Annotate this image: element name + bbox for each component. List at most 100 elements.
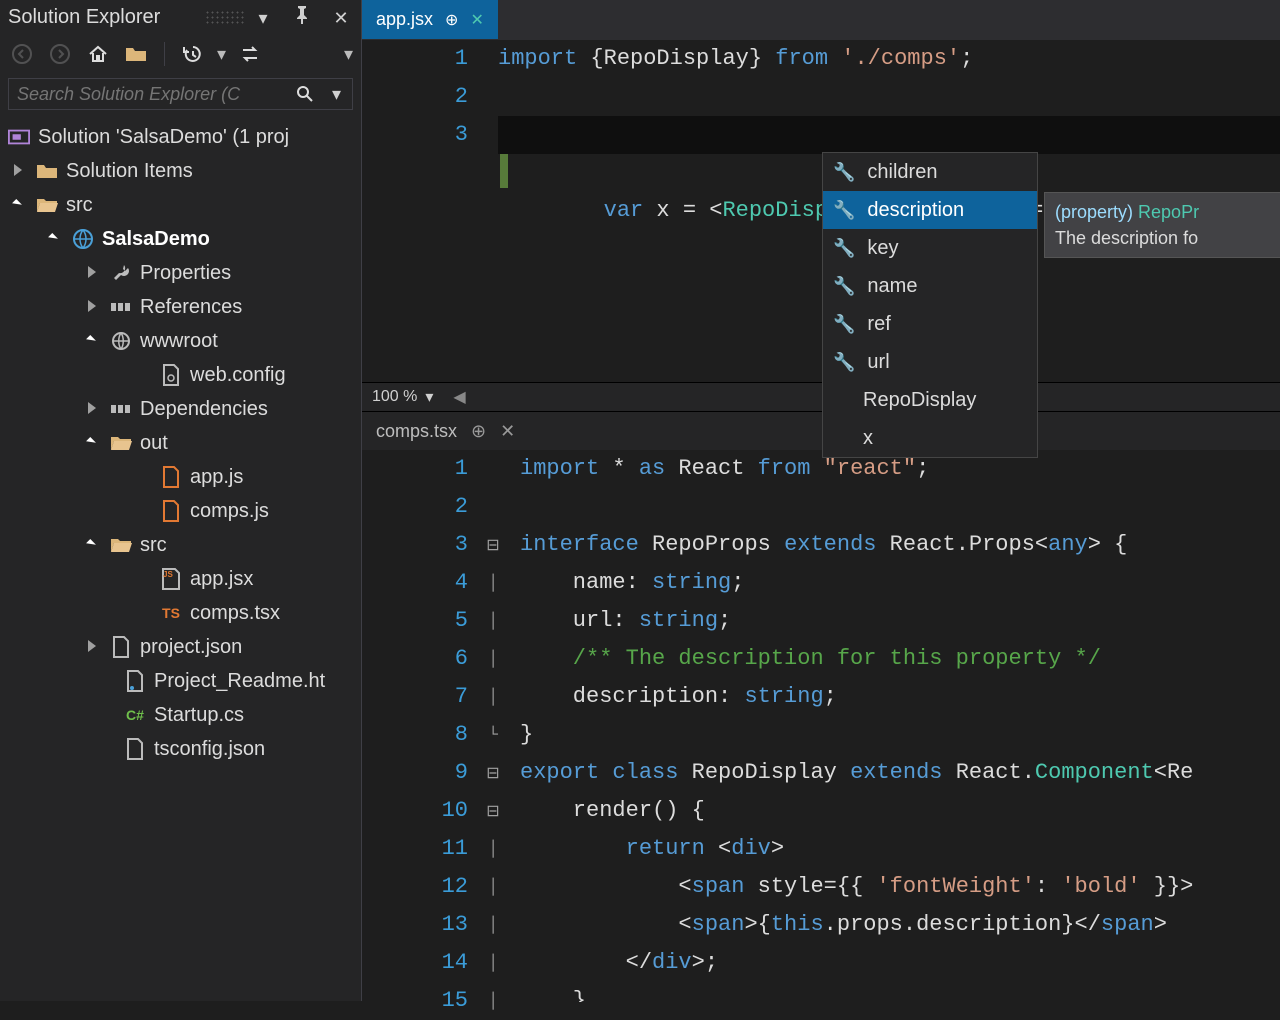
tree-item-salsademo[interactable]: SalsaDemo: [0, 222, 361, 256]
folder-icon: [36, 160, 58, 182]
close-icon[interactable]: ✕: [470, 10, 483, 30]
jsx-file-icon: JS: [160, 568, 182, 590]
tree-item-webconfig[interactable]: web.config: [0, 358, 361, 392]
overflow-menu-icon[interactable]: ▾: [344, 44, 353, 65]
history-icon[interactable]: [179, 40, 207, 68]
web-project-icon: [72, 228, 94, 250]
tree-item-startupcs[interactable]: C# Startup.cs: [0, 698, 361, 732]
close-icon[interactable]: ✕: [500, 421, 515, 442]
intellisense-item-name[interactable]: 🔧 name: [823, 267, 1037, 305]
intellisense-popup[interactable]: 🔧 children 🔧 description 🔧 key 🔧 name 🔧 …: [822, 152, 1038, 458]
wrench-icon: 🔧: [833, 352, 855, 373]
editor-area: app.jsx ⊕ ✕ 1 2 3 import {RepoDisplay} f…: [362, 0, 1280, 1001]
html-file-icon: [124, 670, 146, 692]
forward-icon[interactable]: [46, 40, 74, 68]
csharp-file-icon: C#: [124, 704, 146, 726]
tab-app-jsx[interactable]: app.jsx ⊕ ✕: [362, 0, 498, 39]
solution-icon: [8, 126, 30, 148]
fold-gutter[interactable]: ⊟││││└ ⊟⊟│││││: [482, 450, 504, 1002]
dependencies-icon: [110, 398, 132, 420]
expand-icon[interactable]: [88, 300, 102, 314]
solution-explorer-titlebar: Solution Explorer ▾ ✕: [0, 0, 361, 34]
line-number-gutter: 1 2 3: [362, 40, 482, 382]
references-icon: [110, 296, 132, 318]
panel-title: Solution Explorer: [8, 6, 205, 29]
tree-item-out[interactable]: out: [0, 426, 361, 460]
tree-item-appjsx[interactable]: JS app.jsx: [0, 562, 361, 596]
collapse-icon[interactable]: [88, 538, 102, 552]
wrench-icon: 🔧: [833, 238, 855, 259]
back-icon[interactable]: [8, 40, 36, 68]
tree-item-references[interactable]: References: [0, 290, 361, 324]
intellisense-item-url[interactable]: 🔧 url: [823, 343, 1037, 381]
wrench-icon: 🔧: [833, 162, 855, 183]
intellisense-item-children[interactable]: 🔧 children: [823, 153, 1037, 191]
line-number-gutter: 1 2 3 4 5 6 7 8 9 10 11 12 13 14 15: [362, 450, 482, 1002]
chevron-down-icon[interactable]: ▾: [425, 387, 433, 407]
tree-item-dependencies[interactable]: Dependencies: [0, 392, 361, 426]
drag-handle-icon[interactable]: [205, 10, 245, 24]
expand-icon[interactable]: [14, 164, 28, 178]
solution-explorer-tree[interactable]: Solution 'SalsaDemo' (1 proj Solution It…: [0, 114, 361, 766]
tree-item-src-inner[interactable]: src: [0, 528, 361, 562]
wrench-icon: 🔧: [833, 200, 855, 221]
solution-node[interactable]: Solution 'SalsaDemo' (1 proj: [0, 120, 361, 154]
tab-comps-tsx[interactable]: comps.tsx ⊕ ✕: [362, 412, 529, 450]
sync-icon[interactable]: [236, 40, 264, 68]
expand-icon[interactable]: [88, 402, 102, 416]
intellisense-item-repodisplay[interactable]: RepoDisplay: [823, 381, 1037, 419]
folder-open-icon: [110, 534, 132, 556]
search-input[interactable]: [8, 78, 289, 110]
tree-item-appjs[interactable]: app.js: [0, 460, 361, 494]
tree-item-projectjson[interactable]: project.json: [0, 630, 361, 664]
search-dropdown-icon[interactable]: ▾: [321, 78, 353, 110]
config-file-icon: [160, 364, 182, 386]
bottom-tab-strip: comps.tsx ⊕ ✕: [362, 412, 1280, 450]
pin-icon[interactable]: [290, 3, 314, 27]
collapse-icon[interactable]: [88, 334, 102, 348]
search-icon[interactable]: [289, 78, 321, 110]
dropdown-icon[interactable]: ▾: [217, 44, 226, 65]
collapse-icon[interactable]: [50, 232, 64, 246]
code-area[interactable]: import * as React from "react"; interfac…: [504, 450, 1280, 1002]
collapse-icon[interactable]: [14, 198, 28, 212]
chevron-down-icon[interactable]: ▾: [251, 7, 275, 31]
ts-file-icon: TS: [160, 602, 182, 624]
solution-explorer-toolbar: ▾ ▾: [0, 34, 361, 74]
collapse-icon[interactable]: [88, 436, 102, 450]
intellisense-item-description[interactable]: 🔧 description: [823, 191, 1037, 229]
js-file-icon: [160, 466, 182, 488]
tree-item-solution-items[interactable]: Solution Items: [0, 154, 361, 188]
intellisense-item-key[interactable]: 🔧 key: [823, 229, 1037, 267]
intellisense-item-ref[interactable]: 🔧 ref: [823, 305, 1037, 343]
close-icon[interactable]: ✕: [329, 7, 353, 31]
wrench-icon: 🔧: [833, 276, 855, 297]
tab-label: app.jsx: [376, 9, 433, 30]
tree-item-compstsx[interactable]: TS comps.tsx: [0, 596, 361, 630]
pin-icon[interactable]: ⊕: [471, 421, 486, 442]
expand-icon[interactable]: [88, 640, 102, 654]
solution-explorer-search: ▾: [0, 74, 361, 114]
expand-icon[interactable]: [88, 266, 102, 280]
home-icon[interactable]: [84, 40, 112, 68]
scroll-left-icon[interactable]: ◀: [453, 387, 465, 407]
zoom-bar: 100 % ▾ ◀: [362, 382, 1280, 412]
pin-icon[interactable]: ⊕: [445, 10, 458, 30]
editor-comps-tsx[interactable]: 1 2 3 4 5 6 7 8 9 10 11 12 13 14 15 ⊟│││…: [362, 450, 1280, 1002]
intellisense-item-x[interactable]: x: [823, 419, 1037, 457]
tree-item-properties[interactable]: Properties: [0, 256, 361, 290]
zoom-level[interactable]: 100 %: [372, 388, 417, 406]
line-status-icon: [500, 154, 508, 188]
tab-label: comps.tsx: [376, 421, 457, 442]
folder-icon[interactable]: [122, 40, 150, 68]
editor-tab-strip: app.jsx ⊕ ✕: [362, 0, 1280, 40]
tree-item-tsconfig[interactable]: tsconfig.json: [0, 732, 361, 766]
svg-text:JS: JS: [163, 570, 173, 579]
tree-item-src[interactable]: src: [0, 188, 361, 222]
tree-item-compsjs[interactable]: comps.js: [0, 494, 361, 528]
tree-item-wwwroot[interactable]: wwwroot: [0, 324, 361, 358]
tree-item-readme[interactable]: Project_Readme.ht: [0, 664, 361, 698]
intellisense-tooltip: (property) RepoPr The description fo: [1044, 192, 1280, 258]
wrench-icon: 🔧: [833, 314, 855, 335]
wrench-icon: [110, 262, 132, 284]
